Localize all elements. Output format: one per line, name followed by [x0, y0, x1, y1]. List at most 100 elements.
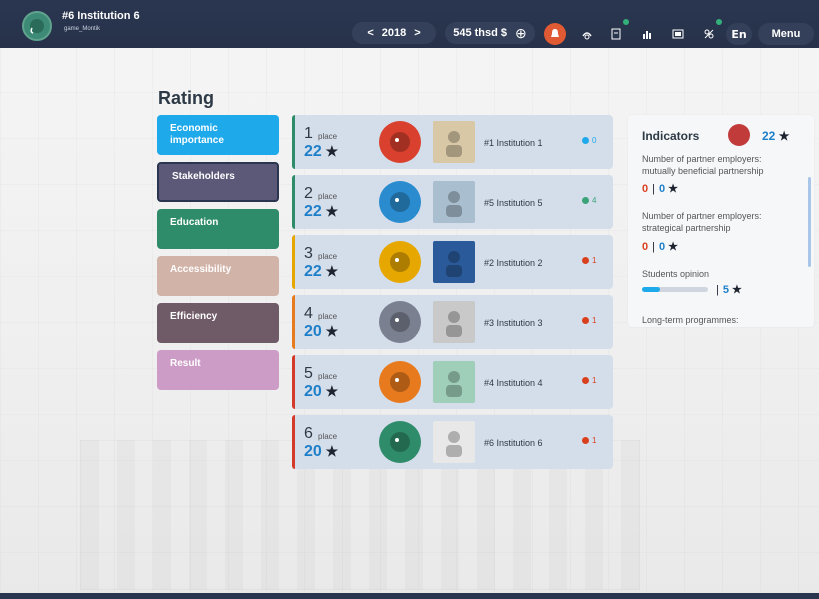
username: game_Montik — [64, 26, 101, 32]
institution-logo[interactable] — [22, 11, 52, 41]
notification-dot — [716, 19, 722, 25]
trend-indicator: 0 — [582, 136, 596, 145]
ranking-row[interactable]: 5 place 20 ★ #4 Institution 4 1 — [292, 355, 613, 409]
category-education[interactable]: Education — [157, 209, 279, 249]
institution-name: #1 Institution 1 — [484, 138, 543, 148]
menu-button[interactable]: Menu — [758, 23, 814, 45]
place-label: place — [318, 192, 338, 201]
institution-name: #6 Institution 6 — [484, 438, 543, 448]
place-number: 5 — [304, 365, 313, 382]
indicator-value: 0 | 0 ★ — [642, 241, 679, 253]
category-efficiency[interactable]: Efficiency — [157, 303, 279, 343]
portrait-image — [433, 301, 475, 343]
notification-icon[interactable] — [544, 23, 566, 45]
trend-indicator: 1 — [582, 316, 596, 325]
portrait-image — [433, 361, 475, 403]
place-label: place — [318, 432, 338, 441]
year-selector: < 2018 > — [352, 22, 436, 44]
trend-indicator: 1 — [582, 436, 596, 445]
institution-name: #2 Institution 2 — [484, 258, 543, 268]
place-number: 1 — [304, 125, 313, 142]
students-opinion-progress — [642, 287, 708, 292]
indicators-title: Indicators — [642, 129, 700, 143]
stars-score: 20 ★ — [304, 383, 339, 400]
place-number: 4 — [304, 305, 313, 322]
people-icon[interactable] — [698, 19, 722, 45]
trend-dot-icon — [582, 437, 589, 445]
money-display: 545 thsd $ ⊕ — [445, 22, 535, 44]
portrait-image — [433, 421, 475, 463]
rank-color-bar — [292, 295, 295, 349]
indicators-score: 22 ★ — [762, 129, 789, 143]
year-next-button[interactable]: > — [414, 27, 420, 39]
stars-score: 22 ★ — [304, 203, 339, 220]
ranking-row[interactable]: 4 place 20 ★ #3 Institution 3 1 — [292, 295, 613, 349]
trend-indicator: 1 — [582, 256, 596, 265]
place-label: place — [318, 372, 338, 381]
year-prev-button[interactable]: < — [367, 27, 373, 39]
star-icon: ★ — [778, 129, 790, 143]
rank-color-bar — [292, 115, 295, 169]
trend-dot-icon — [582, 377, 589, 385]
place-number: 3 — [304, 245, 313, 262]
rank-color-bar — [292, 415, 295, 469]
language-button[interactable]: En — [726, 23, 752, 45]
report-icon[interactable] — [667, 23, 689, 45]
trend-dot-icon — [582, 137, 589, 145]
mascot-icon — [379, 361, 421, 403]
institution-name: #3 Institution 3 — [484, 318, 543, 328]
portrait-image — [433, 121, 475, 163]
indicator-value: 0 | 0 ★ — [642, 183, 679, 195]
portrait-image — [433, 241, 475, 283]
category-accessibility[interactable]: Accessibility — [157, 256, 279, 296]
place-label: place — [318, 252, 338, 261]
add-money-icon[interactable]: ⊕ — [515, 25, 527, 42]
money-value: 545 thsd $ — [453, 27, 508, 39]
category-stakeholders[interactable]: Stakeholders — [157, 162, 279, 202]
trend-dot-icon — [582, 197, 589, 205]
document-icon[interactable] — [605, 19, 629, 45]
ranking-row[interactable]: 6 place 20 ★ #6 Institution 6 1 — [292, 415, 613, 469]
ranking-row[interactable]: 2 place 22 ★ #5 Institution 5 4 — [292, 175, 613, 229]
trend-dot-icon — [582, 257, 589, 265]
mascot-icon — [379, 421, 421, 463]
stars-score: 20 ★ — [304, 323, 339, 340]
indicators-panel: Indicators 22 ★ Number of partner employ… — [628, 115, 814, 327]
trend-dot-icon — [582, 317, 589, 325]
notification-dot — [623, 19, 629, 25]
rank-color-bar — [292, 235, 295, 289]
mascot-icon — [379, 241, 421, 283]
students-opinion-value: | 5 ★ — [716, 284, 742, 296]
portrait-image — [433, 181, 475, 223]
trend-indicator: 1 — [582, 376, 596, 385]
category-economic-importance[interactable]: Economic importance — [157, 115, 279, 155]
students-opinion-label: Students opinion — [642, 269, 710, 279]
scrollbar[interactable] — [808, 177, 811, 267]
hands-icon[interactable] — [576, 23, 598, 45]
rank-color-bar — [292, 355, 295, 409]
stars-score: 22 ★ — [304, 263, 339, 280]
institution-title: #6 Institution 6 — [62, 10, 140, 22]
ranking-row[interactable]: 1 place 22 ★ #1 Institution 1 0 — [292, 115, 613, 169]
page-title: Rating — [158, 88, 214, 108]
bull-mascot-icon — [728, 124, 750, 146]
year-value: 2018 — [381, 27, 407, 39]
trend-indicator: 4 — [582, 196, 596, 205]
mascot-icon — [379, 121, 421, 163]
ranking-row[interactable]: 3 place 22 ★ #2 Institution 2 1 — [292, 235, 613, 289]
top-bar: #6 Institution 6 game_Montik < 2018 > 54… — [0, 0, 819, 48]
chart-icon[interactable] — [636, 23, 658, 45]
indicator-label: Number of partner employers: strategical… — [642, 211, 762, 233]
institution-name: #4 Institution 4 — [484, 378, 543, 388]
place-number: 2 — [304, 185, 313, 202]
mascot-icon — [379, 301, 421, 343]
category-result[interactable]: Result — [157, 350, 279, 390]
place-label: place — [318, 312, 338, 321]
place-label: place — [318, 132, 338, 141]
mascot-icon — [379, 181, 421, 223]
bottom-bar — [0, 593, 819, 599]
indicators-score-value: 22 — [762, 129, 776, 143]
stars-score: 22 ★ — [304, 143, 339, 160]
institution-name: #5 Institution 5 — [484, 198, 543, 208]
place-number: 6 — [304, 425, 313, 442]
